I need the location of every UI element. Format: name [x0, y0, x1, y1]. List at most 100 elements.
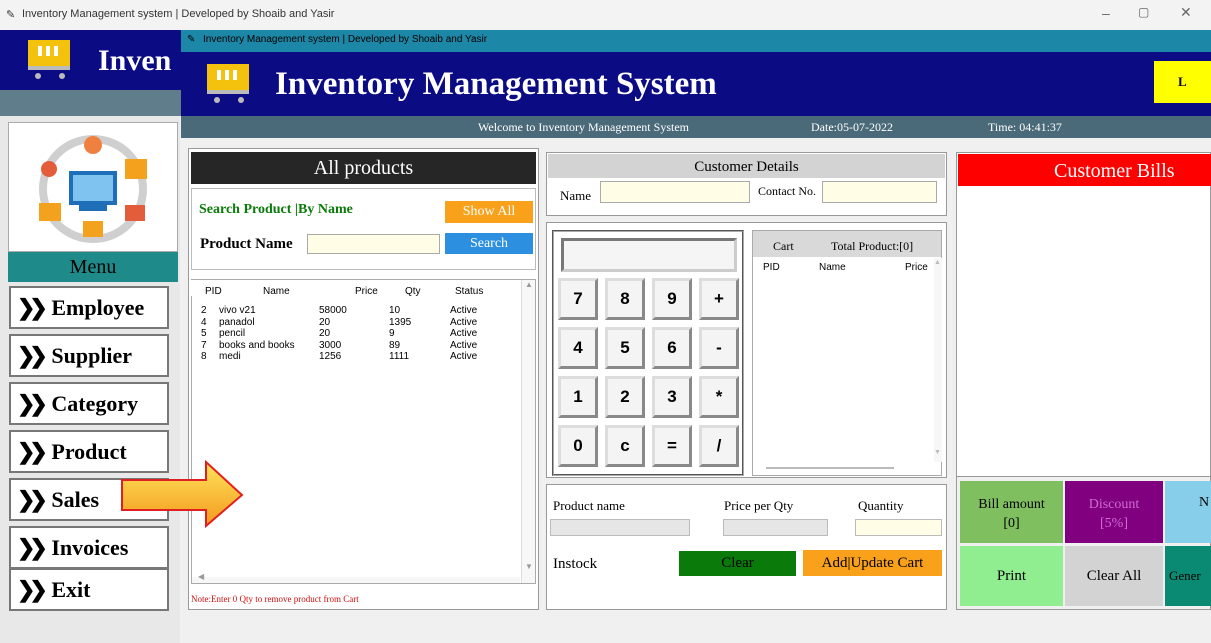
menu-exit-button[interactable]: ❯❯ Exit [9, 568, 169, 611]
customer-name-label: Name [560, 188, 592, 203]
feather-icon: ✎ [6, 9, 16, 21]
table-cell: pencil [219, 328, 246, 339]
product-name-label: Product Name [200, 236, 293, 252]
outer-brand-title: Inven [98, 44, 172, 77]
clear-all-button[interactable]: Clear All [1065, 546, 1163, 606]
search-button[interactable]: Search [445, 233, 533, 254]
calc-key[interactable]: 6 [652, 327, 692, 369]
restore-icon[interactable]: ▢ [1138, 5, 1149, 19]
table-cell: medi [219, 351, 241, 362]
calc-key[interactable]: / [699, 425, 739, 467]
menu-category-button[interactable]: ❯❯ Category [9, 382, 169, 425]
menu-illustration [8, 122, 178, 252]
time-text: Time: 04:41:37 [988, 120, 1062, 134]
logout-button[interactable]: L [1154, 61, 1211, 103]
calc-key[interactable]: + [699, 278, 739, 320]
inner-titlebar: ✎ Inventory Management system | Develope… [181, 30, 1211, 52]
scroll-down-icon[interactable]: ▼ [525, 562, 533, 571]
scroll-left-icon[interactable]: ◀ [198, 572, 204, 581]
shopping-cart-icon [28, 40, 70, 79]
table-cell: 20 [319, 316, 331, 328]
entry-product-name-label: Product name [553, 498, 625, 513]
products-hscroll[interactable]: ◀ [192, 572, 520, 583]
discount-box: Discount [5%] [1065, 481, 1163, 543]
calc-key[interactable]: 8 [605, 278, 645, 320]
menu-item-label: Employee [51, 294, 145, 320]
table-row[interactable]: 2 vivo v21 58000 10 Active [191, 305, 521, 317]
calculator-display[interactable] [561, 238, 737, 272]
calc-key[interactable]: 0 [558, 425, 598, 467]
generate-bill-button[interactable]: Gener [1165, 546, 1211, 606]
calc-key[interactable]: 4 [558, 327, 598, 369]
menu-item-label: Exit [51, 576, 91, 602]
calc-key[interactable]: = [652, 425, 692, 467]
calc-key[interactable]: c [605, 425, 645, 467]
clear-button[interactable]: Clear [679, 551, 796, 576]
table-cell: 1256 [319, 351, 342, 362]
discount-label: Discount [1088, 497, 1140, 512]
menu-title: Menu [8, 252, 178, 282]
table-cell: Active [450, 305, 478, 316]
table-row[interactable]: 5 pencil 20 9 Active [191, 328, 521, 340]
col-pid: PID [205, 286, 222, 297]
calc-key[interactable]: 7 [558, 278, 598, 320]
products-table-header: PID Name Price Qty Status [191, 280, 521, 297]
entry-price-field[interactable] [723, 519, 828, 536]
minimize-icon[interactable]: – [1102, 5, 1110, 21]
outer-window-title: Inventory Management system | Developed … [22, 8, 335, 20]
cart-table-header: PID Name Price [753, 258, 933, 274]
cart-col-pid: PID [763, 262, 780, 273]
scroll-down-icon[interactable]: ▼ [934, 448, 941, 456]
col-status: Status [455, 286, 484, 297]
scroll-up-icon[interactable]: ▲ [934, 258, 941, 266]
close-icon[interactable]: ✕ [1180, 4, 1192, 21]
contact-input[interactable] [822, 181, 937, 203]
menu-item-label: Supplier [51, 342, 133, 368]
calc-key[interactable]: 5 [605, 327, 645, 369]
calc-key[interactable]: 1 [558, 376, 598, 418]
cart-hscroll[interactable] [766, 467, 894, 469]
menu-employee-button[interactable]: ❯❯ Employee [9, 286, 169, 329]
table-cell: 7 [201, 339, 207, 351]
inner-header: Inventory Management System L [181, 52, 1211, 116]
table-cell: Active [450, 328, 478, 339]
customer-bills-panel [956, 152, 1211, 478]
table-cell: 9 [389, 328, 395, 339]
add-update-cart-button[interactable]: Add|Update Cart [803, 550, 942, 576]
show-all-button[interactable]: Show All [445, 201, 533, 223]
bill-amount-label: Bill amount [978, 497, 1045, 512]
calc-key[interactable]: 3 [652, 376, 692, 418]
shopping-cart-icon [207, 64, 249, 103]
col-name: Name [263, 286, 290, 297]
table-cell: vivo v21 [219, 305, 256, 316]
calc-key[interactable]: 2 [605, 376, 645, 418]
bill-amount-value: [0] [1003, 516, 1020, 531]
inner-window-title: Inventory Management system | Developed … [203, 34, 488, 45]
scroll-up-icon[interactable]: ▲ [525, 280, 533, 289]
status-bar: Welcome to Inventory Management System D… [181, 116, 1211, 138]
customer-name-input[interactable] [600, 181, 750, 203]
customer-details-title: Customer Details [548, 154, 945, 178]
entry-product-name-field[interactable] [550, 519, 690, 536]
calc-key[interactable]: * [699, 376, 739, 418]
table-row[interactable]: 4 panadol 20 1395 Active [191, 317, 521, 329]
app-heading: Inventory Management System [275, 66, 717, 102]
menu-invoices-button[interactable]: ❯❯ Invoices [9, 526, 169, 569]
calc-key[interactable]: 9 [652, 278, 692, 320]
product-name-input[interactable] [307, 234, 440, 254]
customer-bills-title: Customer Bills [958, 154, 1211, 186]
menu-supplier-button[interactable]: ❯❯ Supplier [9, 334, 169, 377]
net-pay-box: N [1165, 481, 1211, 543]
table-cell: 10 [389, 305, 401, 316]
print-button[interactable]: Print [960, 546, 1063, 606]
table-cell: 20 [319, 328, 331, 339]
table-row[interactable]: 7 books and books 3000 89 Active [191, 340, 521, 352]
entry-qty-input[interactable] [855, 519, 942, 536]
cart-total: Total Product:[0] [831, 239, 914, 253]
products-vscroll[interactable]: ▲ ▼ [521, 280, 535, 583]
menu-item-label: Category [51, 390, 139, 416]
welcome-text: Welcome to Inventory Management System [478, 120, 689, 134]
cart-vscroll[interactable]: ▲ ▼ [934, 258, 942, 462]
table-row[interactable]: 8 medi 1256 1111 Active [191, 351, 521, 363]
calc-key[interactable]: - [699, 327, 739, 369]
